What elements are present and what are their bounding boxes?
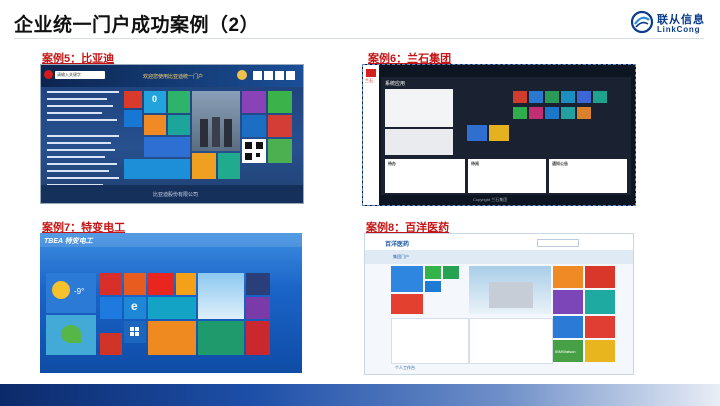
byd-tile-blue[interactable] bbox=[124, 110, 142, 127]
byd-tile-orange[interactable] bbox=[144, 115, 166, 135]
tbea-tile-ie[interactable]: e bbox=[124, 297, 146, 319]
byd-footer: 比亚迪股份有限公司 bbox=[41, 185, 303, 203]
tbea-logo: TBEA 特变电工 bbox=[44, 238, 93, 245]
lanshi-user-card[interactable] bbox=[385, 89, 453, 127]
byd-search-input[interactable]: 请输入关键字 bbox=[55, 71, 105, 79]
screenshot-lanshi: 兰石 系统应用 待办 待阅 通知公告 Copyright 兰石集团 bbox=[362, 64, 636, 206]
screenshot-byd: 请输入关键字 欢迎您使用比亚迪统一门户 0 比亚迪股份有限公司 bbox=[40, 64, 304, 204]
tbea-tile-red2[interactable] bbox=[246, 321, 270, 355]
baiyang-tile-red3[interactable] bbox=[585, 316, 615, 338]
tbea-tile-teal[interactable] bbox=[148, 297, 196, 319]
title-divider bbox=[14, 38, 704, 39]
lanshi-panel-notice[interactable]: 通知公告 bbox=[549, 159, 627, 193]
lanshi-panel-todo[interactable]: 待办 bbox=[385, 159, 465, 193]
baiyang-tile-orange[interactable] bbox=[553, 266, 583, 288]
byd-tile-number[interactable]: 0 bbox=[144, 91, 166, 113]
byd-tile-red2[interactable] bbox=[268, 115, 292, 137]
baiyang-tile-blue2[interactable] bbox=[553, 316, 583, 338]
byd-news-list[interactable] bbox=[47, 91, 121, 191]
screenshot-baiyang: 百洋医药 集团门户 IBMWatson 个人工作台 bbox=[364, 233, 634, 375]
byd-tile-orange2[interactable] bbox=[192, 153, 216, 179]
sun-icon bbox=[52, 281, 70, 299]
baiyang-banner: 集团门户 bbox=[365, 250, 633, 264]
byd-logo bbox=[44, 70, 53, 79]
byd-tile-green[interactable] bbox=[168, 91, 190, 113]
byd-tile-blue3[interactable] bbox=[242, 115, 266, 137]
baiyang-tile-purple[interactable] bbox=[553, 290, 583, 314]
screenshot-tbea: TBEA 特变电工 -9° e bbox=[40, 233, 302, 373]
lanshi-app-title: 系统应用 bbox=[385, 81, 406, 87]
baiyang-news-list[interactable] bbox=[391, 318, 469, 364]
lanshi-logo-text: 兰石 bbox=[365, 78, 373, 83]
baiyang-bottom-label: 个人工作台 bbox=[395, 365, 415, 370]
lanshi-logo-icon bbox=[366, 69, 376, 77]
lanshi-sidebar bbox=[363, 65, 379, 205]
baiyang-tile-yellow[interactable] bbox=[585, 340, 615, 362]
byd-nav-text: 欢迎您使用比亚迪统一门户 bbox=[143, 74, 204, 80]
tbea-hands-tile[interactable] bbox=[46, 315, 96, 355]
byd-photo bbox=[192, 91, 240, 151]
linkcong-logo-icon bbox=[630, 10, 654, 34]
baiyang-tile-watson[interactable]: IBMWatson bbox=[553, 340, 583, 362]
byd-tile-blue2[interactable] bbox=[144, 137, 190, 157]
lanshi-footer: Copyright 兰石集团 bbox=[473, 197, 508, 202]
tbea-tile-sky-photo[interactable] bbox=[198, 273, 244, 319]
tbea-tile-blue[interactable] bbox=[100, 297, 122, 319]
tbea-tile-orange[interactable] bbox=[124, 273, 146, 295]
byd-tile-green3[interactable] bbox=[268, 139, 292, 163]
baiyang-tile-blue[interactable] bbox=[425, 281, 441, 292]
lanshi-main: 系统应用 待办 待阅 通知公告 bbox=[381, 77, 631, 195]
tbea-tile-dark[interactable] bbox=[246, 273, 270, 295]
baiyang-tile-teal[interactable] bbox=[585, 290, 615, 314]
tbea-tile-orange-big[interactable] bbox=[148, 321, 196, 355]
tbea-tile-sun-burst[interactable] bbox=[148, 273, 174, 295]
baiyang-notice-list[interactable] bbox=[469, 318, 553, 364]
baiyang-tile-green[interactable] bbox=[425, 266, 441, 279]
footer-gradient-bar bbox=[0, 384, 720, 406]
tbea-weather-tile[interactable]: -9° bbox=[46, 273, 96, 313]
baiyang-tile-red2[interactable] bbox=[585, 266, 615, 288]
byd-tile-wide[interactable] bbox=[124, 159, 190, 179]
lanshi-panel-toread[interactable]: 待阅 bbox=[468, 159, 546, 193]
baiyang-user-tile[interactable] bbox=[391, 266, 423, 292]
byd-header-icons[interactable] bbox=[253, 71, 297, 80]
lanshi-notes-card[interactable] bbox=[385, 129, 453, 155]
baiyang-building-photo bbox=[469, 266, 551, 314]
byd-tile-teal[interactable] bbox=[168, 115, 190, 135]
leaf-icon bbox=[61, 325, 81, 343]
tbea-tile-red[interactable] bbox=[100, 273, 122, 295]
baiyang-tile-red[interactable] bbox=[391, 294, 423, 314]
byd-avatar[interactable] bbox=[237, 70, 247, 80]
baiyang-logo: 百洋医药 bbox=[385, 242, 410, 248]
byd-tile-teal2[interactable] bbox=[218, 153, 240, 179]
byd-tile-purple[interactable] bbox=[242, 91, 266, 113]
tbea-tile-green[interactable] bbox=[198, 321, 244, 355]
page-title: 企业统一门户成功案例（2） bbox=[14, 15, 260, 36]
byd-qr-code bbox=[242, 139, 266, 163]
byd-tile-green2[interactable] bbox=[268, 91, 292, 113]
tbea-tile-windows[interactable] bbox=[124, 321, 146, 343]
baiyang-tile-green2[interactable] bbox=[443, 266, 459, 279]
brand-logo: 联从信息 LinkCong bbox=[630, 8, 714, 38]
baiyang-search[interactable] bbox=[537, 239, 579, 247]
tbea-tile-yellow[interactable] bbox=[176, 273, 196, 295]
tbea-tile-download[interactable] bbox=[100, 333, 122, 355]
byd-tile-red[interactable] bbox=[124, 91, 142, 108]
brand-name-en: LinkCong bbox=[657, 25, 701, 34]
lanshi-app-grid[interactable] bbox=[459, 89, 627, 155]
tbea-tile-purple[interactable] bbox=[246, 297, 270, 319]
